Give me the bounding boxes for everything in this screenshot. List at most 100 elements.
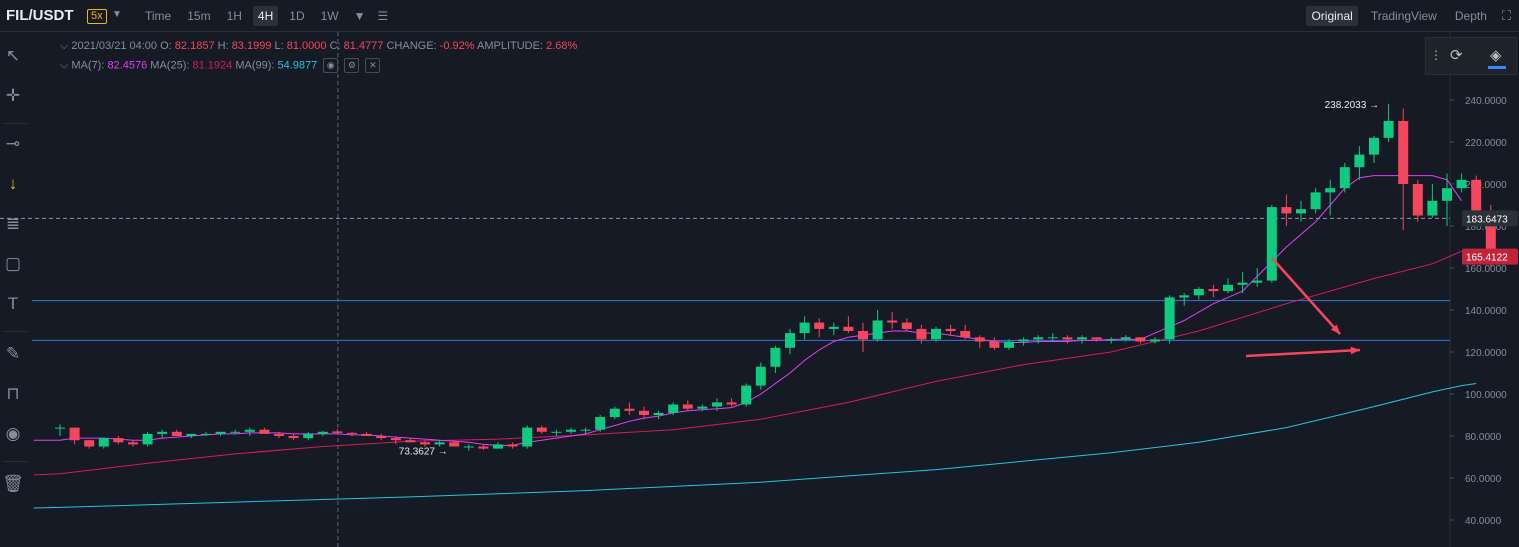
ma7-value: 82.4576 — [107, 59, 148, 72]
annotation-arrow-down — [1271, 257, 1341, 335]
candle-body — [697, 406, 708, 409]
candle-body — [420, 442, 430, 445]
ma25-value: 81.1924 — [192, 59, 233, 72]
candle-body — [1077, 337, 1087, 340]
legend-close: 81.4777 — [343, 40, 384, 52]
candle-body — [668, 404, 679, 413]
candle-body — [1383, 121, 1394, 138]
candle-body — [1252, 280, 1263, 283]
candle-body — [1106, 339, 1117, 341]
candle-body — [1369, 137, 1379, 155]
candle-body — [230, 431, 241, 433]
visibility-eye-icon[interactable]: ◉ — [323, 58, 339, 73]
ohlc-legend: ⌵ 2021/03/21 04:00 O: 82.1857 H: 83.1999… — [60, 40, 577, 53]
crosshair-price-tag: 183.6473 — [1466, 214, 1508, 225]
collapse-chevron-icon[interactable]: ⌵ — [60, 40, 68, 52]
candle-body — [493, 444, 503, 449]
candle-body — [580, 429, 591, 431]
ma99-line — [33, 383, 1477, 509]
legend-open-label: O: — [160, 40, 172, 52]
candle-body — [551, 431, 562, 433]
legend-open: 82.1857 — [174, 40, 215, 52]
candle-body — [405, 440, 416, 443]
candle-body — [566, 429, 576, 432]
candle-body — [1471, 179, 1482, 214]
legend-amplitude-label: AMPLITUDE: — [476, 40, 543, 52]
color-swatch — [1488, 66, 1506, 69]
candle-body — [609, 408, 620, 418]
ma99-value: 54.9877 — [277, 59, 318, 72]
y-tick-label: 160.0000 — [1465, 264, 1507, 275]
candle-body — [741, 385, 752, 405]
candle-body — [478, 446, 489, 449]
y-tick-label: 80.0000 — [1465, 432, 1502, 443]
candle-body — [390, 438, 401, 441]
candle-body — [1223, 284, 1233, 292]
candle-body — [1456, 179, 1467, 189]
candle-body — [376, 436, 387, 439]
candle-body — [1339, 167, 1350, 189]
candle-body — [1412, 184, 1423, 216]
candle-body — [55, 427, 65, 429]
min-price-label: 73.3627 → — [399, 447, 448, 458]
candle-body — [1281, 207, 1292, 214]
y-tick-label: 220.0000 — [1465, 138, 1507, 149]
candle-body — [463, 446, 474, 448]
candle-body — [1135, 337, 1146, 342]
candle-body — [887, 320, 898, 323]
candle-body — [142, 433, 153, 445]
paint-bucket-icon[interactable]: ◈ — [1490, 46, 1502, 64]
candle-body — [726, 402, 737, 405]
chart-right-tools: ⋮ ⟳ ◈ — [1425, 37, 1517, 75]
ma99-label: MA(99): — [235, 59, 275, 72]
candle-body — [901, 322, 912, 329]
candle-body — [1193, 289, 1204, 296]
y-tick-label: 140.0000 — [1465, 306, 1507, 317]
candle-body — [303, 433, 314, 439]
candle-body — [960, 331, 971, 338]
candle-body — [244, 429, 255, 432]
collapse-chevron-icon[interactable]: ⌵ — [60, 59, 68, 71]
candle-body — [1033, 337, 1044, 340]
y-tick-label: 60.0000 — [1465, 474, 1502, 485]
candle-body — [98, 438, 109, 447]
candle-body — [989, 341, 1000, 348]
legend-change-label: CHANGE: — [386, 40, 437, 52]
candle-body — [332, 431, 343, 433]
candle-body — [69, 427, 80, 441]
candle-body — [1062, 337, 1073, 340]
candle-body — [799, 322, 810, 334]
legend-change: -0.92% — [439, 40, 475, 52]
candle-body — [916, 328, 927, 340]
max-price-label: 238.2033 → — [1325, 100, 1380, 111]
candle-body — [1266, 207, 1277, 281]
legend-low-label: L: — [274, 40, 284, 52]
drag-handle-icon[interactable]: ⋮ — [1430, 48, 1442, 62]
ma-legend: ⌵ MA(7): 82.4576 MA(25): 81.1924 MA(99):… — [60, 58, 381, 73]
y-tick-label: 40.0000 — [1465, 516, 1502, 527]
price-chart[interactable]: 240.0000220.0000200.0000180.0000160.0000… — [0, 0, 1519, 547]
candle-body — [84, 440, 95, 447]
candle-body — [785, 333, 795, 348]
candle-body — [770, 347, 781, 367]
candle-body — [113, 438, 124, 443]
last-price-tag: 165.4122 — [1466, 253, 1508, 264]
candle-body — [945, 328, 956, 331]
refresh-icon[interactable]: ⟳ — [1450, 46, 1463, 64]
candle-body — [1208, 289, 1219, 292]
candle-body — [653, 412, 664, 415]
candle-body — [682, 404, 693, 409]
candle-body — [1004, 341, 1014, 348]
legend-low: 81.0000 — [286, 40, 327, 52]
candle-body — [522, 427, 533, 447]
settings-gear-icon[interactable]: ⚙ — [344, 58, 360, 73]
candle-body — [171, 431, 182, 436]
candle-body — [1091, 337, 1102, 340]
close-icon[interactable]: ✕ — [365, 58, 381, 73]
candle-body — [872, 320, 883, 340]
candle-body — [157, 431, 168, 434]
annotation-arrow-right — [1245, 348, 1361, 358]
candle-body — [931, 328, 941, 340]
candle-body — [1164, 297, 1175, 340]
candle-body — [317, 431, 328, 434]
